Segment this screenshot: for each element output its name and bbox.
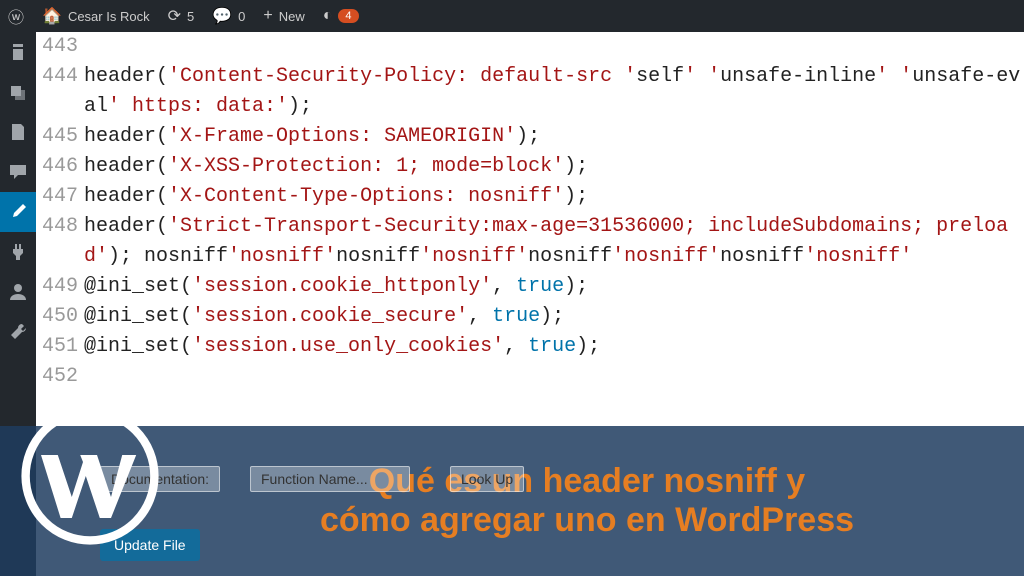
seo-indicator[interactable]: ◐4 — [323, 7, 359, 25]
code-line[interactable]: 445header('X-Frame-Options: SAMEORIGIN')… — [36, 122, 1024, 152]
line-number: 447 — [36, 182, 84, 212]
code-line[interactable]: 451@ini_set('session.use_only_cookies', … — [36, 332, 1024, 362]
line-number: 443 — [36, 32, 84, 62]
site-name: Cesar Is Rock — [68, 9, 150, 24]
admin-toolbar: ⓦ 🏠Cesar Is Rock ⟳5 💬0 +New ◐4 — [0, 0, 1024, 32]
line-number: 448 — [36, 212, 84, 272]
code-line[interactable]: 450@ini_set('session.cookie_secure', tru… — [36, 302, 1024, 332]
watermark: cursowpress.com — [1020, 80, 1024, 282]
code-line[interactable]: 449@ini_set('session.cookie_httponly', t… — [36, 272, 1024, 302]
comments-notif[interactable]: 💬0 — [212, 6, 245, 26]
line-number: 445 — [36, 122, 84, 152]
sidebar-item-posts[interactable] — [0, 32, 36, 72]
sidebar-item-appearance[interactable] — [0, 192, 36, 232]
sidebar-item-plugins[interactable] — [0, 232, 36, 272]
code-line[interactable]: 446header('X-XSS-Protection: 1; mode=blo… — [36, 152, 1024, 182]
code-line[interactable]: 447header('X-Content-Type-Options: nosni… — [36, 182, 1024, 212]
sidebar-item-media[interactable] — [0, 72, 36, 112]
code-content[interactable]: header('Content-Security-Policy: default… — [84, 62, 1024, 122]
code-content[interactable]: header('X-Content-Type-Options: nosniff'… — [84, 182, 1024, 212]
code-content[interactable]: @ini_set('session.use_only_cookies', tru… — [84, 332, 1024, 362]
code-content[interactable]: @ini_set('session.cookie_secure', true); — [84, 302, 1024, 332]
sidebar-item-tools[interactable] — [0, 312, 36, 352]
seo-badge: 4 — [338, 9, 358, 23]
sidebar-item-pages[interactable] — [0, 112, 36, 152]
line-number: 451 — [36, 332, 84, 362]
line-number: 452 — [36, 362, 84, 392]
lookup-button[interactable]: Look Up — [450, 466, 524, 492]
line-number: 450 — [36, 302, 84, 332]
code-line[interactable]: 443 — [36, 32, 1024, 62]
title-line-2: cómo agregar uno en WordPress — [210, 501, 964, 540]
updates-count: 5 — [187, 9, 194, 24]
line-number: 446 — [36, 152, 84, 182]
code-line[interactable]: 444header('Content-Security-Policy: defa… — [36, 62, 1024, 122]
code-line[interactable]: 452 — [36, 362, 1024, 392]
line-number: 444 — [36, 62, 84, 122]
sidebar-item-users[interactable] — [0, 272, 36, 312]
code-editor[interactable]: 443444header('Content-Security-Policy: d… — [36, 32, 1024, 392]
comments-count: 0 — [238, 9, 245, 24]
line-number: 449 — [36, 272, 84, 302]
updates[interactable]: ⟳5 — [168, 6, 195, 26]
code-line[interactable]: 448header('Strict-Transport-Security:max… — [36, 212, 1024, 272]
wp-logo[interactable]: ⓦ — [8, 4, 24, 28]
wordpress-logo-icon — [20, 406, 160, 551]
title-overlay: Documentation: Function Name... Look Up … — [0, 426, 1024, 576]
new-label: New — [279, 9, 305, 24]
code-content[interactable] — [84, 362, 1024, 392]
code-content[interactable]: header('X-XSS-Protection: 1; mode=block'… — [84, 152, 1024, 182]
site-home[interactable]: 🏠Cesar Is Rock — [42, 6, 150, 26]
code-content[interactable]: @ini_set('session.cookie_httponly', true… — [84, 272, 1024, 302]
new-content[interactable]: +New — [263, 7, 304, 25]
sidebar-item-comments[interactable] — [0, 152, 36, 192]
code-content[interactable]: header('X-Frame-Options: SAMEORIGIN'); — [84, 122, 1024, 152]
function-name-input[interactable]: Function Name... — [250, 466, 410, 492]
code-content[interactable] — [84, 32, 1024, 62]
code-content[interactable]: header('Strict-Transport-Security:max-ag… — [84, 212, 1024, 272]
